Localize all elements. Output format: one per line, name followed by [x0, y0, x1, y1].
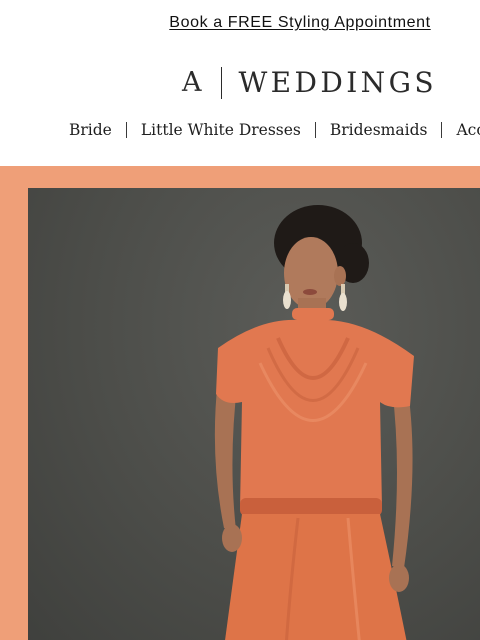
nav-item-bride[interactable]: Bride [69, 121, 112, 139]
nav-divider [125, 122, 127, 138]
nav-item-accessories[interactable]: Acces [456, 121, 480, 139]
hero-photo [28, 188, 480, 640]
logo-mark: A [182, 67, 203, 98]
nav-item-little-white-dresses[interactable]: Little White Dresses [141, 121, 301, 139]
nav-divider [314, 122, 316, 138]
styling-appointment-link[interactable]: Book a FREE Styling Appointment [0, 14, 480, 32]
logo-divider [220, 66, 222, 99]
category-nav: Bride Little White Dresses Bridesmaids A… [69, 121, 480, 139]
model-illustration [214, 205, 414, 640]
hero-banner[interactable] [0, 166, 480, 640]
nav-item-bridesmaids[interactable]: Bridesmaids [330, 121, 428, 139]
logo-text: WEDDINGS [238, 66, 437, 99]
nav-divider [441, 122, 443, 138]
brand-logo[interactable]: A WEDDINGS [182, 66, 437, 99]
